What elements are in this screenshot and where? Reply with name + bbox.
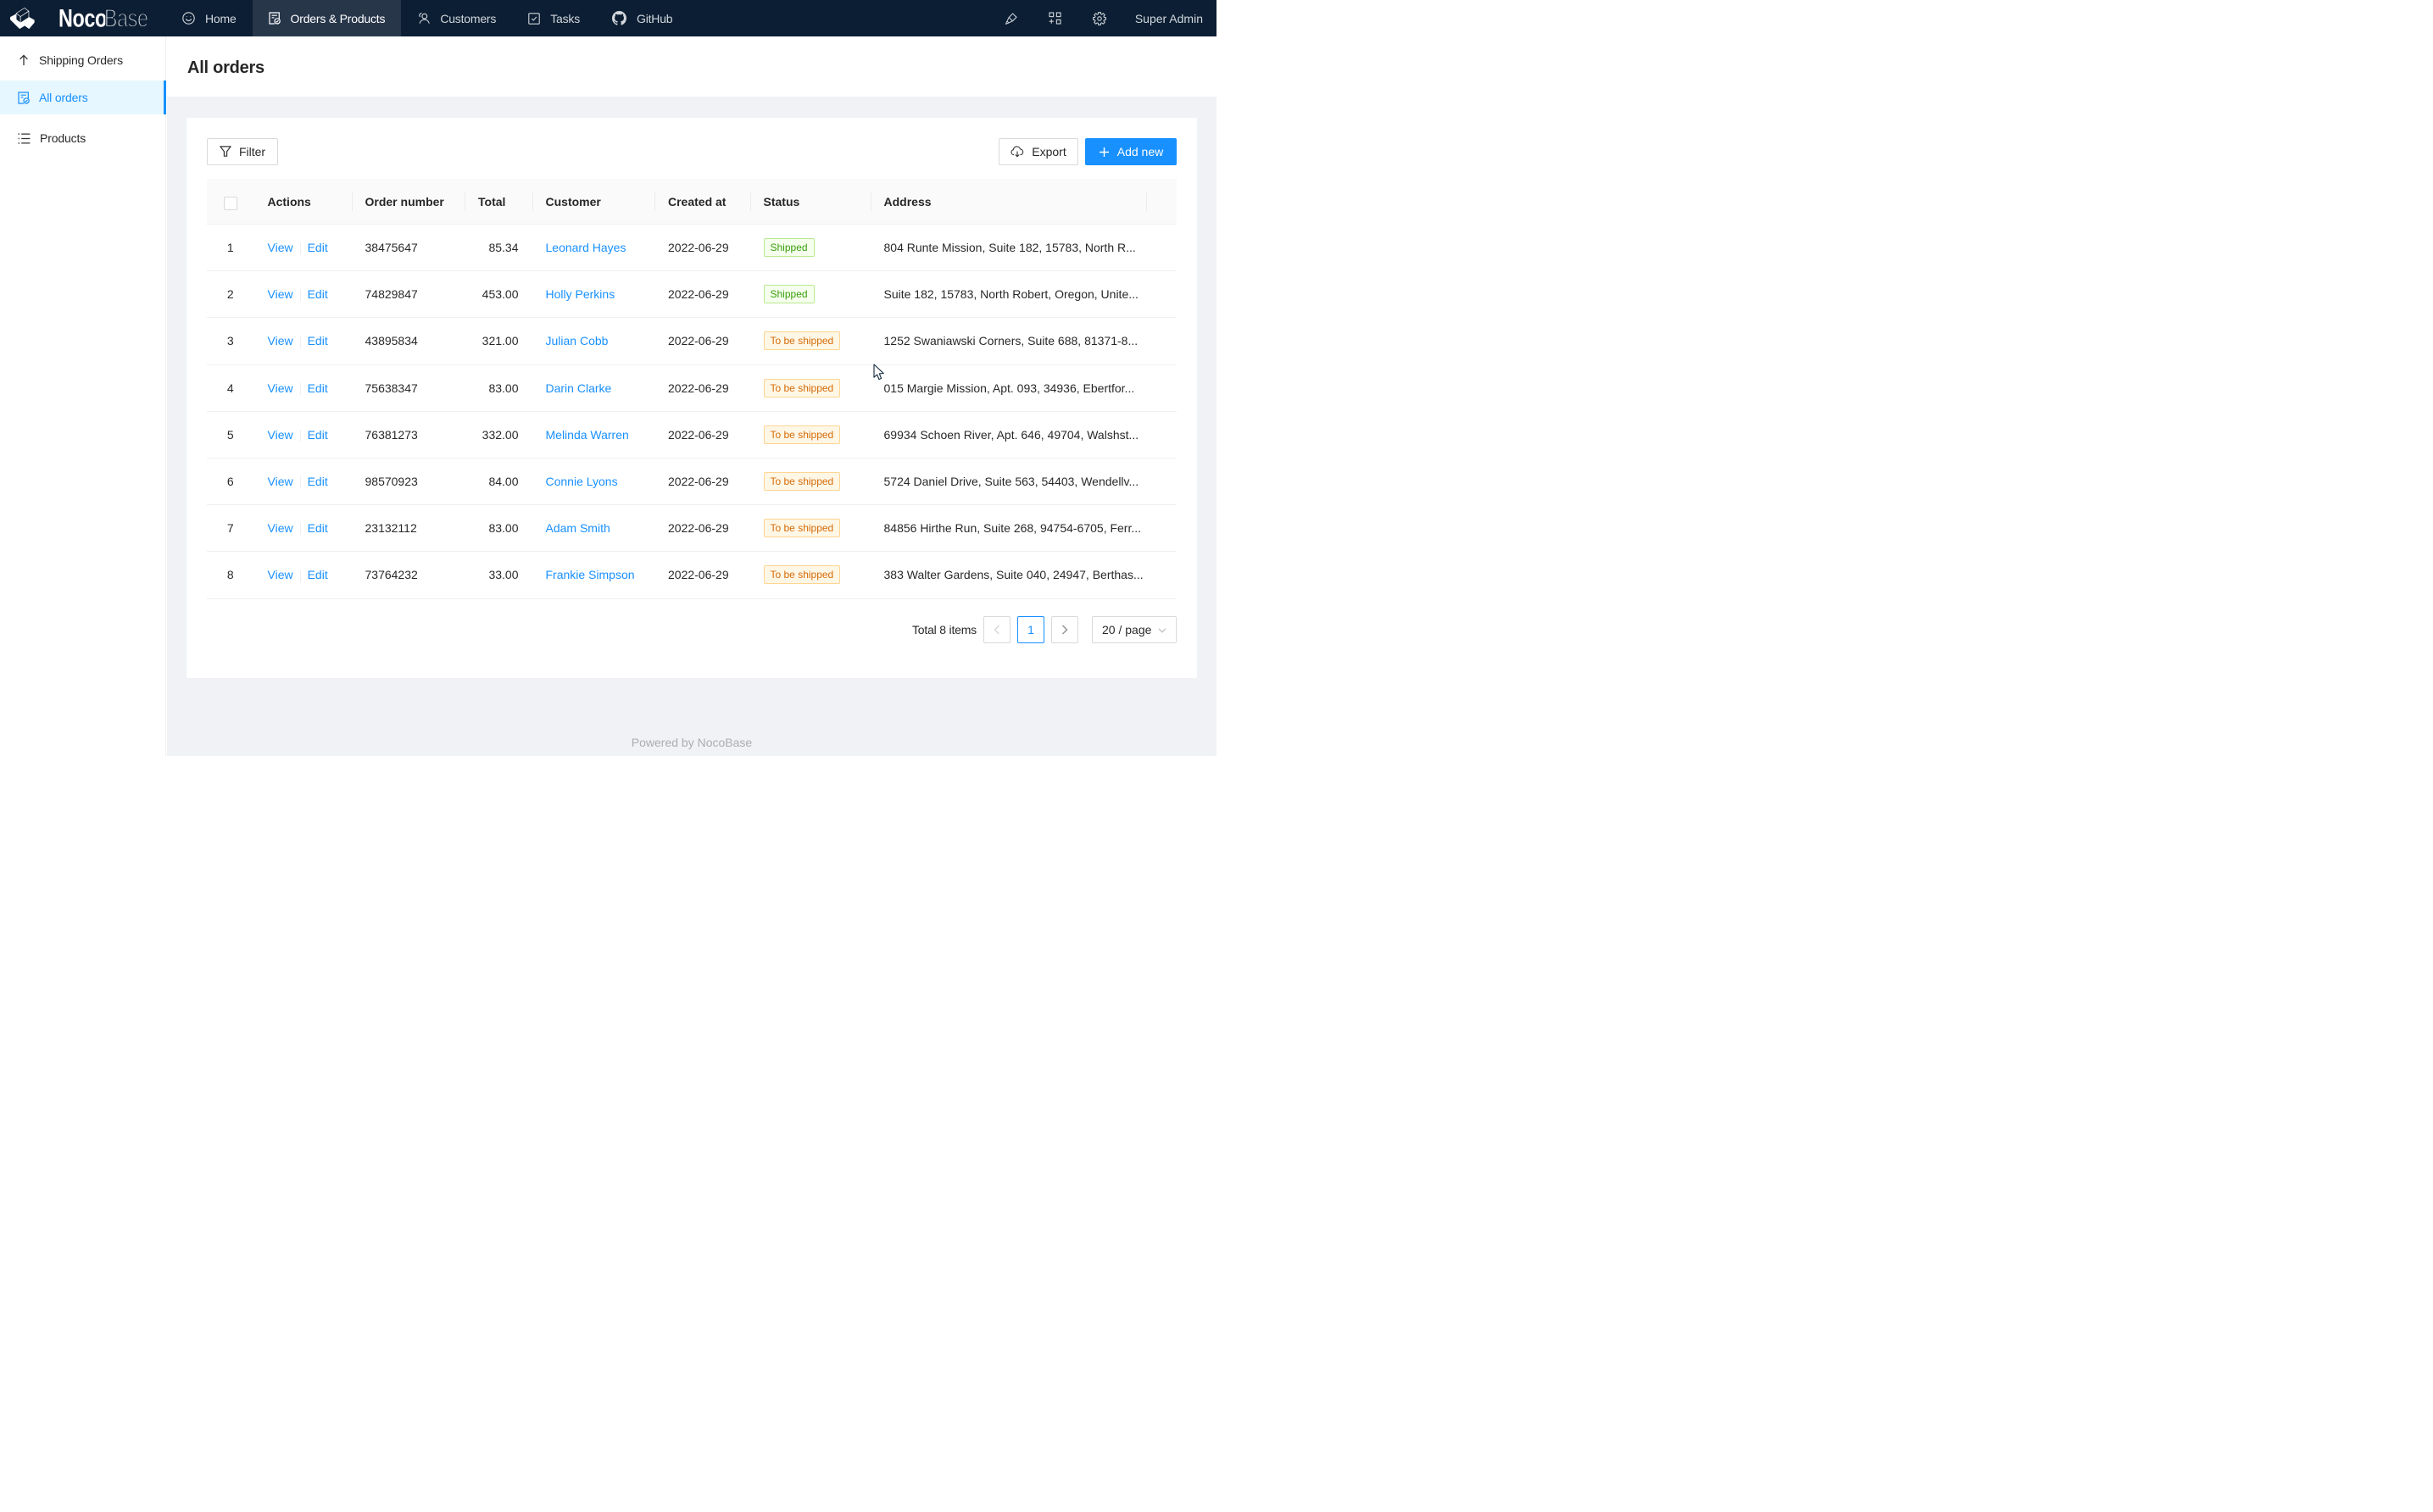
svg-text:Noco: Noco	[58, 4, 107, 32]
svg-text:Base: Base	[104, 4, 148, 32]
